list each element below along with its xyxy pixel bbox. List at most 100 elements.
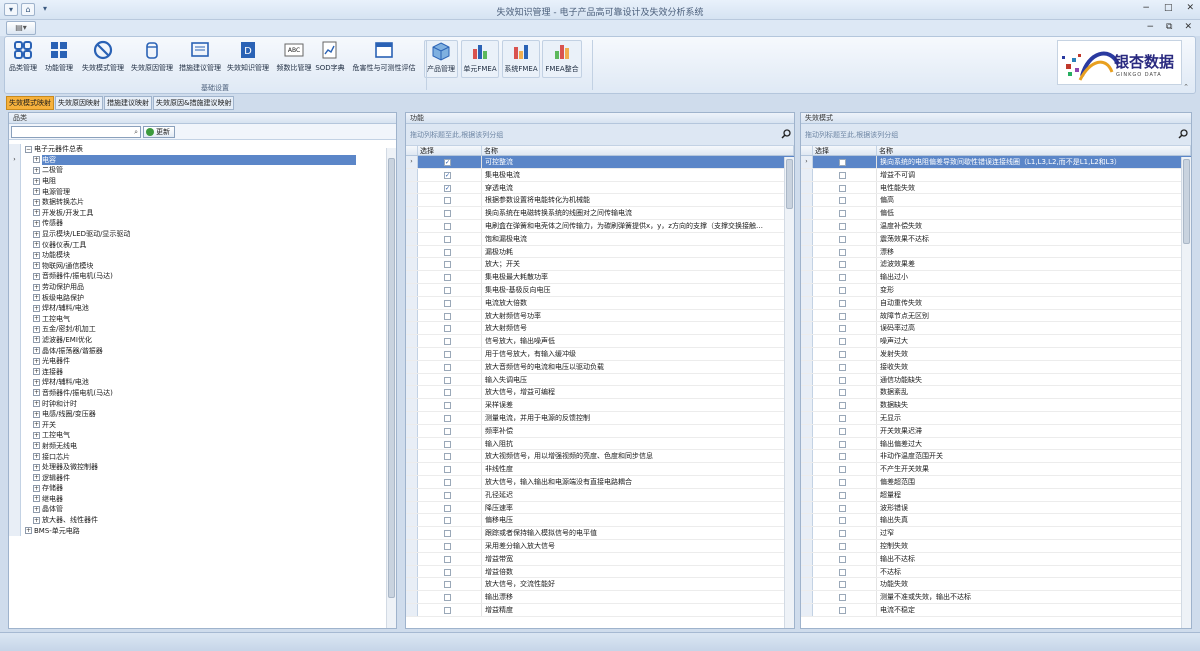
row-checkbox[interactable] <box>839 325 846 333</box>
table-row[interactable]: 功能失效 <box>801 578 1191 592</box>
table-row[interactable]: 滤波效果差 <box>801 258 1191 272</box>
tree-node[interactable]: + 连接器 <box>9 366 396 378</box>
expand-toggle-icon[interactable]: + <box>33 241 40 249</box>
table-row[interactable]: 电流不稳定 <box>801 603 1191 617</box>
expand-toggle-icon[interactable]: + <box>33 421 40 429</box>
scroll-thumb[interactable] <box>786 159 793 209</box>
table-row[interactable]: 用于信号放大，有输入缓冲级 <box>406 347 794 361</box>
expand-toggle-icon[interactable]: + <box>33 188 40 196</box>
table-row[interactable]: 偏低 <box>801 207 1191 220</box>
group-by-area[interactable]: 拖动列标题至此,根据该列分组 <box>406 124 794 146</box>
table-row[interactable]: 偏移电压 <box>406 514 794 528</box>
column-select[interactable]: 选择 <box>813 146 877 155</box>
tree-node[interactable]: + 电感/线圈/变压器 <box>9 408 396 420</box>
table-row[interactable]: 放大信号，交流性能好 <box>406 578 794 592</box>
search-input[interactable]: ⌕ <box>11 125 141 138</box>
table-row[interactable]: 偏高 <box>801 194 1191 208</box>
row-checkbox[interactable] <box>839 184 846 192</box>
table-row[interactable]: 根据参数设置将电能转化为机械能 <box>406 194 794 208</box>
row-checkbox[interactable] <box>839 210 846 218</box>
ribbon-button-2[interactable]: 失效模式管理 <box>79 40 127 80</box>
table-row[interactable]: › 换向系统的电阻偏差导致间歇性错误连接线圈（L1,L3,L2,而不是L1,L2和… <box>801 156 1191 169</box>
expand-toggle-icon[interactable]: + <box>33 262 40 270</box>
tree-node[interactable]: + 晶体管 <box>9 504 396 515</box>
table-row[interactable]: 自动重传失效 <box>801 296 1191 310</box>
table-row[interactable]: 非动作温度范围开关 <box>801 450 1191 464</box>
ribbon-button-9[interactable]: 产品管理 <box>424 40 458 78</box>
table-row[interactable]: 放大射频信号功率 <box>406 309 794 323</box>
row-checkbox[interactable] <box>839 555 846 563</box>
table-row[interactable]: 降压速率 <box>406 501 794 515</box>
ribbon-button-1[interactable]: 功能管理 <box>41 40 77 80</box>
table-row[interactable]: › ✓ 可控整流 <box>406 156 794 169</box>
table-row[interactable]: 增益不可调 <box>801 168 1191 182</box>
table-row[interactable]: 信号放大，输出噪声低 <box>406 335 794 348</box>
table-row[interactable]: 发射失效 <box>801 347 1191 361</box>
application-menu-button[interactable]: ▤▾ <box>6 21 36 35</box>
table-row[interactable]: 偏差超范围 <box>801 475 1191 489</box>
row-checkbox[interactable] <box>839 466 846 474</box>
tree-node[interactable]: + 仪器仪表/工具 <box>9 239 396 250</box>
tab-failure-mode-mapping[interactable]: 失效模式映射 <box>6 96 54 110</box>
table-row[interactable]: 增益带宽 <box>406 552 794 566</box>
row-checkbox[interactable] <box>839 478 846 486</box>
scroll-thumb[interactable] <box>388 158 395 598</box>
table-row[interactable]: 输出偏差过大 <box>801 437 1191 451</box>
row-checkbox[interactable] <box>444 312 451 320</box>
row-checkbox[interactable] <box>444 363 451 371</box>
table-row[interactable]: 过窄 <box>801 527 1191 540</box>
table-row[interactable]: 增益精度 <box>406 603 794 617</box>
expand-toggle-icon[interactable]: + <box>33 283 40 291</box>
row-checkbox[interactable] <box>444 517 451 525</box>
expand-toggle-icon[interactable]: + <box>25 527 32 535</box>
expand-toggle-icon[interactable]: + <box>33 484 40 492</box>
tree-node[interactable]: + 焊材/辅料/电池 <box>9 302 396 314</box>
search-icon[interactable] <box>781 129 791 139</box>
table-row[interactable]: 故障节点无区别 <box>801 309 1191 323</box>
row-checkbox[interactable] <box>839 261 846 269</box>
table-row[interactable]: 输入失调电压 <box>406 373 794 387</box>
table-row[interactable]: 跟踪或者保持输入模拟信号的电平值 <box>406 527 794 540</box>
row-checkbox[interactable] <box>444 440 451 448</box>
tree-node[interactable]: + 音频器件/振电机(马达) <box>9 271 396 282</box>
table-row[interactable]: 放大视频信号，用以增强视频的亮度、色度和同步信息 <box>406 450 794 464</box>
table-row[interactable]: 采用差分输入放大信号 <box>406 539 794 553</box>
table-row[interactable]: 放大；开关 <box>406 258 794 272</box>
table-row[interactable]: 采样误差 <box>406 399 794 412</box>
tab-cause-measure-mapping[interactable]: 失效原因&措施建议映射 <box>153 96 235 110</box>
table-row[interactable]: 控制失效 <box>801 539 1191 553</box>
table-row[interactable]: 温度补偿失效 <box>801 219 1191 233</box>
table-row[interactable]: 测量电流，并用于电源的反馈控制 <box>406 411 794 425</box>
tree-node[interactable]: + 时钟和计时 <box>9 398 396 409</box>
row-checkbox[interactable] <box>839 338 846 346</box>
expand-toggle-icon[interactable]: + <box>33 230 40 238</box>
column-name[interactable]: 名称 <box>482 146 794 155</box>
table-row[interactable]: 放大音频信号的电流和电压以驱动负载 <box>406 360 794 374</box>
table-row[interactable]: 换向系统在电磁转换系统的线圈对之间传输电流 <box>406 207 794 220</box>
expand-toggle-icon[interactable]: + <box>33 495 40 503</box>
expand-toggle-icon[interactable]: + <box>33 325 40 333</box>
ribbon-button-3[interactable]: 失效原因管理 <box>129 40 175 80</box>
row-checkbox[interactable] <box>839 427 846 435</box>
table-row[interactable]: 噪声过大 <box>801 335 1191 348</box>
table-row[interactable]: 无显示 <box>801 411 1191 425</box>
row-checkbox[interactable] <box>839 491 846 499</box>
tree-node[interactable]: + 五金/密封/机加工 <box>9 324 396 335</box>
row-checkbox[interactable] <box>444 299 451 307</box>
expand-toggle-icon[interactable]: + <box>33 251 40 259</box>
expand-toggle-icon[interactable]: + <box>33 209 40 217</box>
row-checkbox[interactable] <box>444 530 451 538</box>
group-by-area[interactable]: 拖动列标题至此,根据该列分组 <box>801 124 1191 146</box>
row-checkbox[interactable] <box>839 594 846 602</box>
table-row[interactable]: 震荡效果不达标 <box>801 232 1191 246</box>
vertical-scrollbar[interactable] <box>784 157 794 628</box>
table-row[interactable]: 不达标 <box>801 565 1191 579</box>
row-checkbox[interactable] <box>444 606 451 614</box>
row-checkbox[interactable] <box>839 235 846 243</box>
table-row[interactable]: 开关效果迟滞 <box>801 424 1191 438</box>
expand-toggle-icon[interactable]: + <box>33 505 40 513</box>
table-row[interactable]: 电流放大倍数 <box>406 296 794 310</box>
tree-node[interactable]: + 存储器 <box>9 483 396 494</box>
row-checkbox[interactable] <box>444 402 451 410</box>
row-checkbox[interactable]: ✓ <box>444 171 451 179</box>
